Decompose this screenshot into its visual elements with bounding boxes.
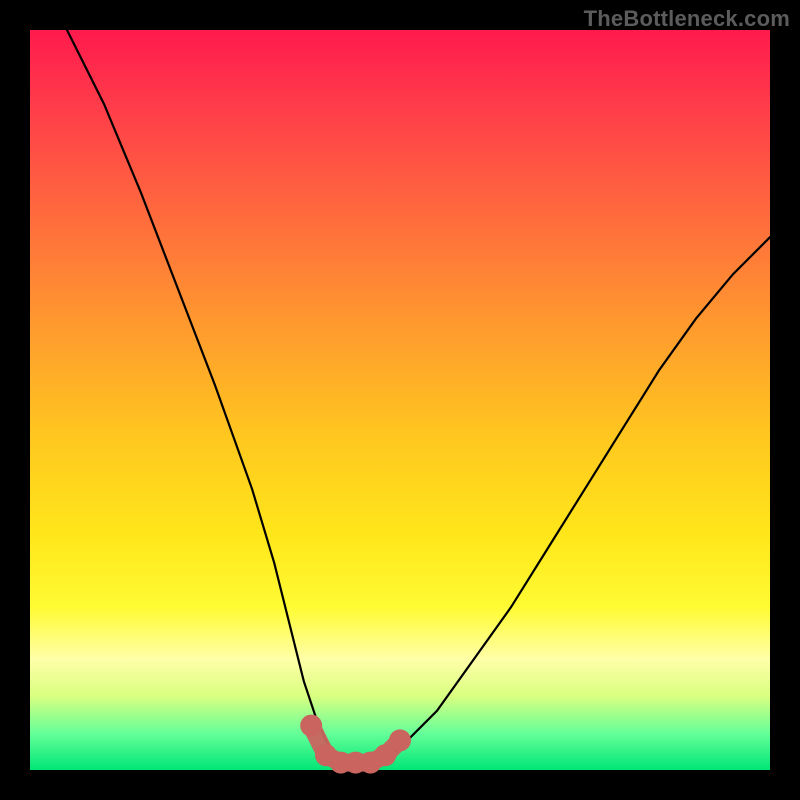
plot-area <box>30 30 770 770</box>
curve-path <box>67 30 770 763</box>
chart-frame: TheBottleneck.com <box>0 0 800 800</box>
watermark-label: TheBottleneck.com <box>584 6 790 32</box>
highlight-dot <box>300 715 322 737</box>
chart-svg <box>30 30 770 770</box>
highlight-dot <box>389 729 411 751</box>
